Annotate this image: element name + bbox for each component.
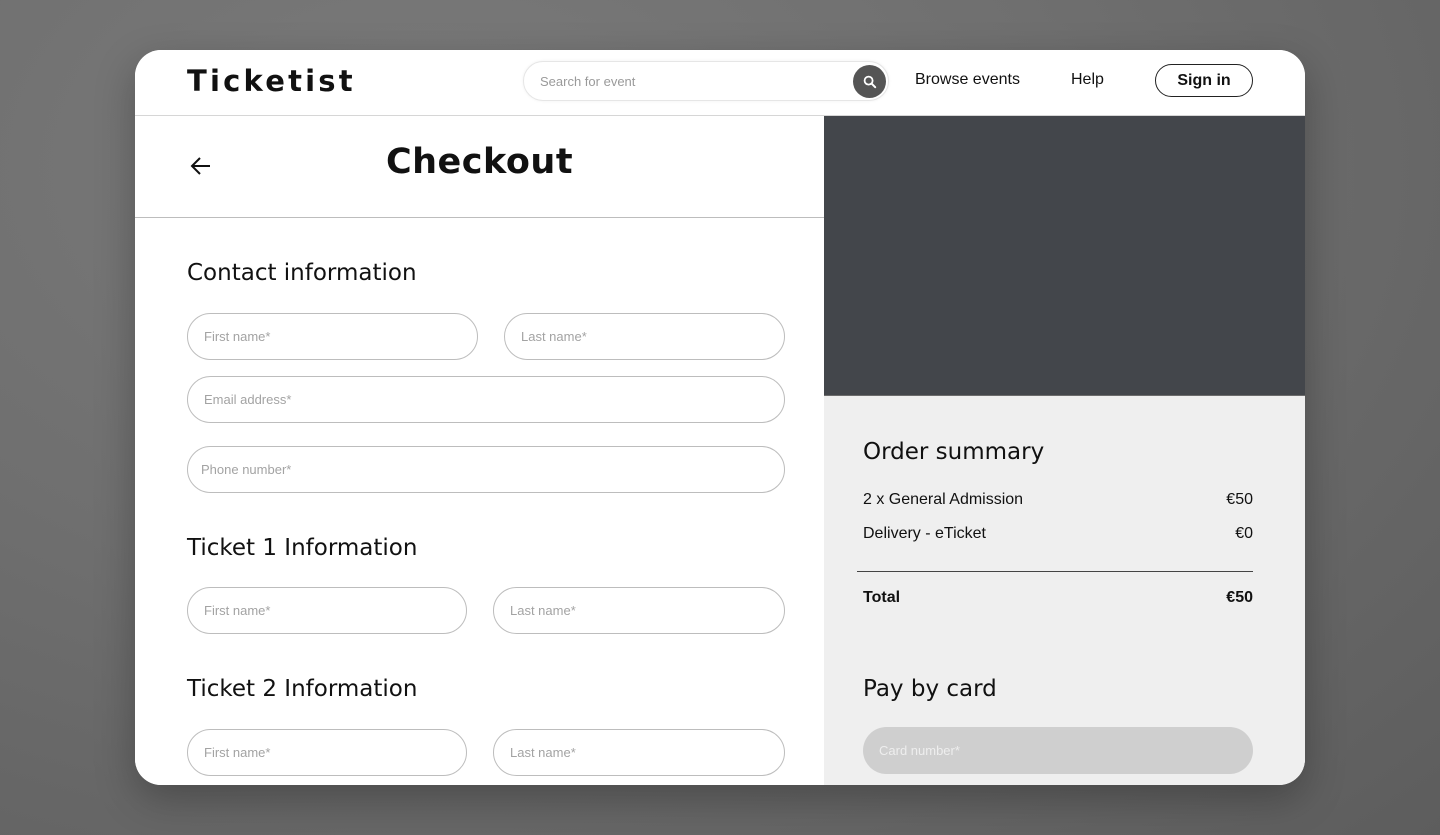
- top-navbar: Ticketist Browse events Help Sign in: [135, 50, 1305, 116]
- search-icon: [863, 75, 876, 88]
- checkout-header: Checkout: [135, 116, 824, 218]
- search-button[interactable]: [853, 65, 886, 98]
- phone-input[interactable]: [187, 446, 785, 493]
- line-item-price: €0: [1235, 525, 1253, 542]
- total-label: Total: [863, 589, 901, 606]
- email-input[interactable]: [187, 376, 785, 423]
- nav-browse-events[interactable]: Browse events: [915, 71, 1020, 89]
- ticket-1-heading: Ticket 1 Information: [187, 535, 418, 561]
- logo[interactable]: Ticketist: [187, 64, 356, 98]
- event-image-placeholder: [824, 116, 1305, 396]
- line-item: 2 x General Admission €50: [863, 491, 1253, 509]
- sign-in-button[interactable]: Sign in: [1155, 64, 1253, 97]
- contact-first-name-input[interactable]: [187, 313, 478, 360]
- ticket-1-last-name-input[interactable]: [493, 587, 785, 634]
- checkout-form-panel: Checkout Contact information Ticket 1 In…: [135, 116, 824, 785]
- search-input[interactable]: [540, 62, 840, 100]
- card-number-input[interactable]: [863, 727, 1253, 774]
- ticket-2-last-name-input[interactable]: [493, 729, 785, 776]
- pay-by-card-heading: Pay by card: [863, 676, 997, 702]
- order-summary-heading: Order summary: [863, 439, 1045, 465]
- search-bar: [523, 61, 889, 101]
- summary-divider: [857, 571, 1253, 572]
- total-price: €50: [1226, 589, 1253, 606]
- line-item: Delivery - eTicket €0: [863, 525, 1253, 543]
- page-title: Checkout: [385, 142, 574, 182]
- order-summary-panel: Order summary 2 x General Admission €50 …: [824, 116, 1305, 785]
- contact-info-heading: Contact information: [187, 260, 417, 286]
- ticket-2-heading: Ticket 2 Information: [187, 676, 418, 702]
- line-item-label: Delivery - eTicket: [863, 525, 986, 542]
- total-row: Total €50: [863, 589, 1253, 607]
- checkout-window: Ticketist Browse events Help Sign in Che: [135, 50, 1305, 785]
- line-item-label: 2 x General Admission: [863, 491, 1024, 508]
- contact-last-name-input[interactable]: [504, 313, 785, 360]
- nav-help[interactable]: Help: [1071, 71, 1104, 89]
- ticket-1-first-name-input[interactable]: [187, 587, 467, 634]
- line-item-price: €50: [1226, 491, 1253, 508]
- ticket-2-first-name-input[interactable]: [187, 729, 467, 776]
